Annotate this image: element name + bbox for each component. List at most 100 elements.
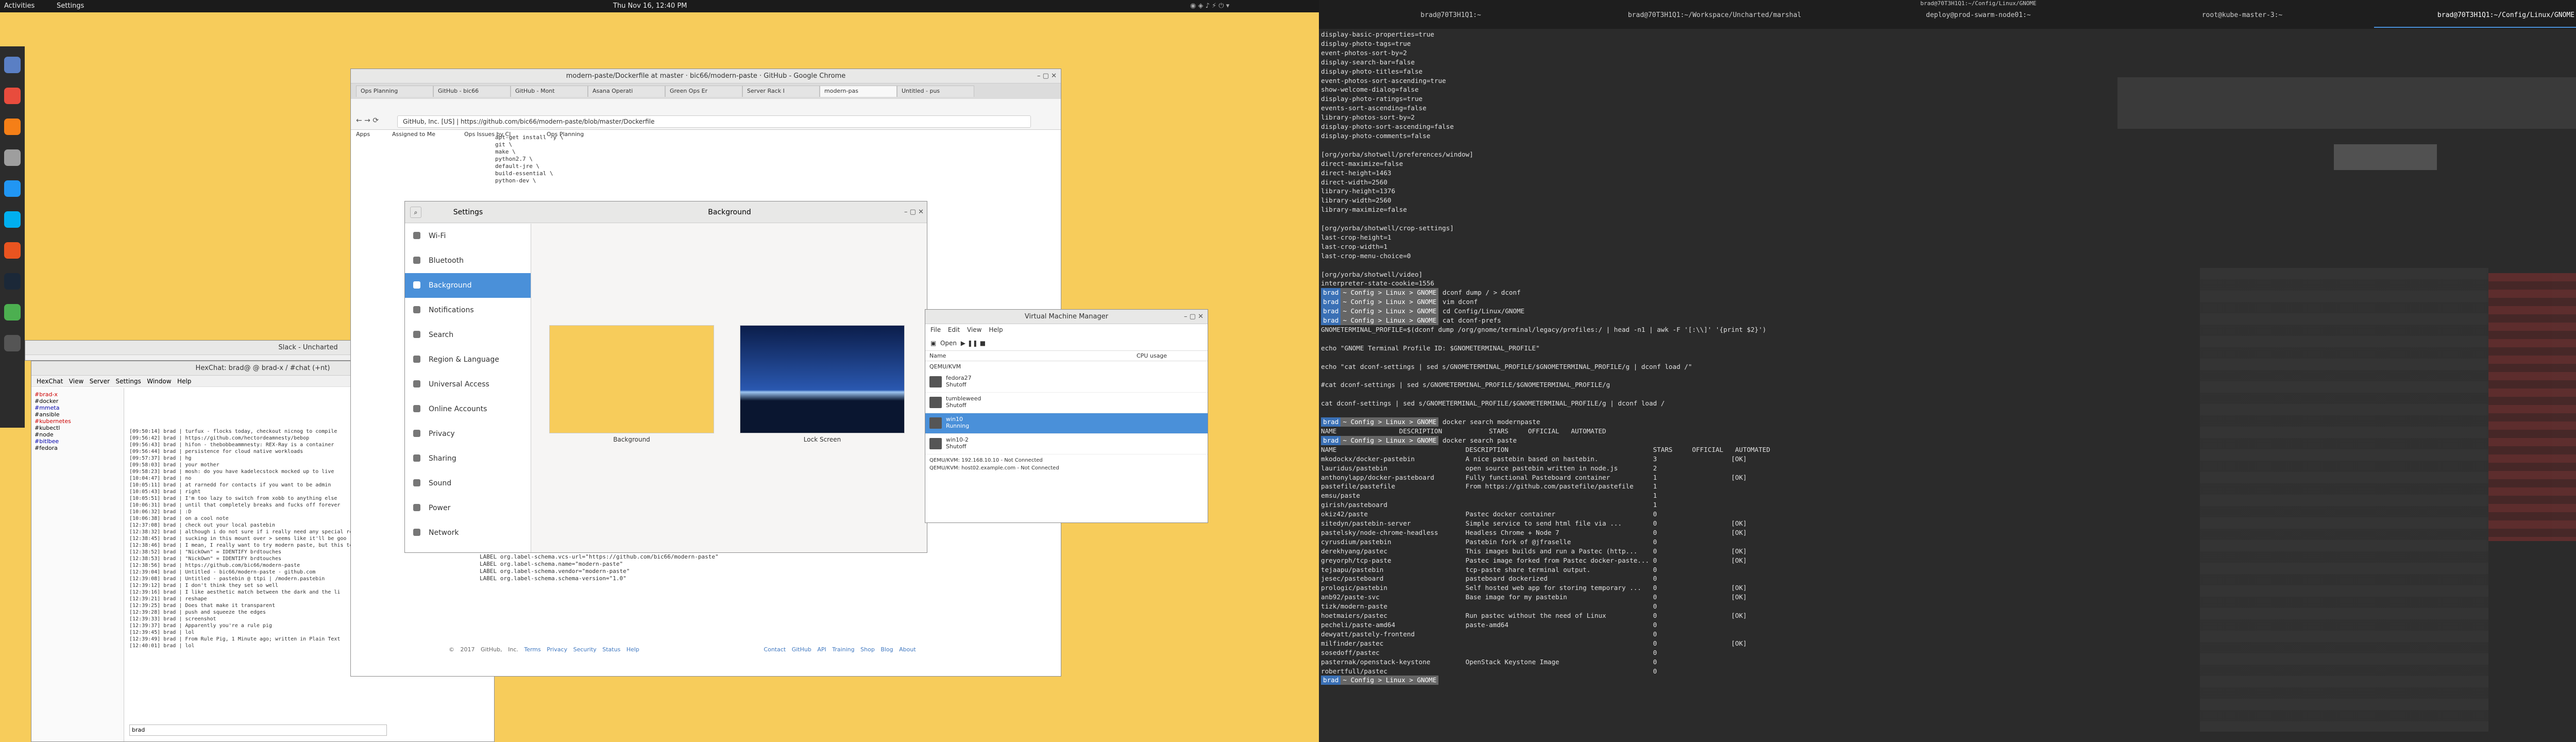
clock[interactable]: Thu Nov 16, 12:40 PM [613, 2, 687, 10]
browser-tab[interactable]: Green Ops Er [665, 86, 742, 97]
terminal-tab-active[interactable]: brad@70T3H1Q1:~/Config/Linux/GNOME [2374, 3, 2576, 28]
lockscreen-preview[interactable] [740, 325, 905, 433]
footer-link[interactable]: Status [602, 646, 620, 653]
hexchat-menu-hexchat[interactable]: HexChat [37, 378, 63, 385]
channel-item[interactable]: #mmeta [35, 404, 121, 411]
channel-item[interactable]: #kubernetes [35, 418, 121, 425]
hexchat-menu-help[interactable]: Help [177, 378, 191, 385]
host-connection[interactable]: QEMU/KVM [925, 361, 1208, 372]
settings-item-power[interactable]: Power [405, 496, 531, 520]
window-controls[interactable]: – ▢ ✕ [904, 201, 924, 223]
terminal-tab[interactable]: brad@70T3H1Q1:~ [1319, 3, 1583, 28]
footer-link[interactable]: API [817, 646, 826, 653]
open-button[interactable]: Open [940, 340, 957, 347]
settings-item-network[interactable]: Network [405, 520, 531, 545]
vmm-menu-help[interactable]: Help [989, 326, 1003, 333]
terminal-tab[interactable]: deploy@prod-swarm-node01:~ [1846, 3, 2110, 28]
result-automated: [OK] [1731, 584, 1747, 592]
channel-item[interactable]: #bitlbee [35, 438, 121, 445]
browser-tab[interactable]: Untitled - pus [897, 86, 974, 97]
footer-link[interactable]: About [899, 646, 916, 653]
channel-item[interactable]: #docker [35, 398, 121, 404]
browser-tab[interactable]: GitHub - Mont [511, 86, 588, 97]
settings-icon[interactable] [4, 335, 21, 351]
background-preview[interactable] [549, 325, 714, 433]
settings-item-notifications[interactable]: Notifications [405, 298, 531, 323]
channel-item[interactable]: #ansible [35, 411, 121, 418]
vmm-menu-edit[interactable]: Edit [948, 326, 960, 333]
new-vm-icon[interactable]: ▣ [930, 340, 936, 347]
footer-link[interactable]: Training [832, 646, 854, 653]
host-connection[interactable]: QEMU/KVM: 192.168.10.10 - Not Connected [925, 454, 1208, 463]
channel-item[interactable]: #node [35, 431, 121, 438]
settings-item-search[interactable]: Search [405, 323, 531, 347]
hexchat-menu-view[interactable]: View [69, 378, 83, 385]
browser-tab[interactable]: Ops Planning [356, 86, 433, 97]
hexchat-menu-server[interactable]: Server [90, 378, 110, 385]
footer-link[interactable]: Privacy [547, 646, 567, 653]
item-label: Bluetooth [429, 257, 464, 265]
run-icon[interactable]: ▶ [961, 340, 965, 347]
column-name[interactable]: Name [929, 351, 946, 361]
vbox-icon[interactable] [4, 180, 21, 197]
browser-tab[interactable]: GitHub - bic66 [433, 86, 511, 97]
settings-item-privacy[interactable]: Privacy [405, 421, 531, 446]
chrome-icon[interactable] [4, 88, 21, 104]
search-icon[interactable]: ⌕ [410, 207, 421, 218]
footer-link[interactable]: Help [626, 646, 639, 653]
hexchat-menu-settings[interactable]: Settings [116, 378, 141, 385]
skype-icon[interactable] [4, 211, 21, 228]
column-cpu[interactable]: CPU usage [1137, 351, 1167, 361]
browser-tab-active[interactable]: modern-pas [820, 86, 897, 97]
vm-row-selected[interactable]: win10 Running [925, 413, 1208, 434]
stop-icon[interactable]: ■ [980, 340, 986, 347]
ubuntu-icon[interactable] [4, 242, 21, 259]
channel-item[interactable]: #fedora [35, 445, 121, 451]
bookmark-item[interactable]: Assigned to Me [392, 131, 435, 138]
footer-link[interactable]: Terms [524, 646, 540, 653]
settings-item-sound[interactable]: Sound [405, 471, 531, 496]
terminal-tab[interactable]: root@kube-master-3:~ [2110, 3, 2374, 28]
hexchat-menu-window[interactable]: Window [147, 378, 171, 385]
channel-item[interactable]: #kubectl [35, 425, 121, 431]
back-forward-icon[interactable]: ← → ⟳ [356, 116, 379, 125]
prompt-command: vim dconf [1438, 298, 1478, 306]
footer-link[interactable]: Security [573, 646, 597, 653]
file-manager-icon[interactable] [4, 57, 21, 73]
settings-item-wifi[interactable]: Wi-Fi [405, 224, 531, 248]
system-tray-icons[interactable]: ◉ ◈ ♪ ⚡ ⏻ ▾ [1190, 2, 1229, 10]
vm-row[interactable]: win10-2 Shutoff [925, 434, 1208, 454]
address-bar[interactable]: GitHub, Inc. [US] | https://github.com/b… [397, 115, 1031, 128]
window-controls[interactable]: – ▢ ✕ [1037, 69, 1057, 83]
settings-item-sharing[interactable]: Sharing [405, 446, 531, 471]
app-menu[interactable]: Settings [57, 2, 84, 10]
firefox-icon[interactable] [4, 119, 21, 135]
channel-item[interactable]: #brad-x [35, 391, 121, 398]
settings-item-universal-access[interactable]: Universal Access [405, 372, 531, 397]
settings-item-bluetooth[interactable]: Bluetooth [405, 248, 531, 273]
terminal-tab[interactable]: brad@70T3H1Q1:~/Workspace/Uncharted/mars… [1583, 3, 1846, 28]
footer-link[interactable]: Blog [880, 646, 893, 653]
settings-item-region[interactable]: Region & Language [405, 347, 531, 372]
hexchat-input[interactable]: brad [129, 724, 387, 736]
hex-icon[interactable] [4, 304, 21, 321]
bookmark-apps[interactable]: Apps [356, 131, 370, 138]
activities-button[interactable]: Activities [4, 2, 35, 10]
vmm-menu-file[interactable]: File [930, 326, 941, 333]
host-connection[interactable]: QEMU/KVM: host02.example.com - Not Conne… [925, 463, 1208, 473]
vm-row[interactable]: tumbleweed Shutoff [925, 393, 1208, 413]
terminal-output[interactable]: display-basic-properties=true display-pho… [1321, 30, 2094, 685]
vm-row[interactable]: fedora27 Shutoff [925, 372, 1208, 393]
steam-icon[interactable] [4, 273, 21, 290]
vmm-menu-view[interactable]: View [967, 326, 981, 333]
browser-tab[interactable]: Asana Operati [588, 86, 665, 97]
browser-tab[interactable]: Server Rack I [742, 86, 820, 97]
settings-item-online-accounts[interactable]: Online Accounts [405, 397, 531, 421]
window-controls[interactable]: – ▢ ✕ [1184, 310, 1204, 324]
result-automated: [OK] [1731, 454, 1747, 463]
pause-icon[interactable]: ❚❚ [968, 340, 978, 347]
footer-link[interactable]: Contact GitHub [764, 646, 811, 653]
gimp-icon[interactable] [4, 149, 21, 166]
footer-link[interactable]: Shop [860, 646, 875, 653]
settings-item-background[interactable]: Background [405, 273, 531, 298]
